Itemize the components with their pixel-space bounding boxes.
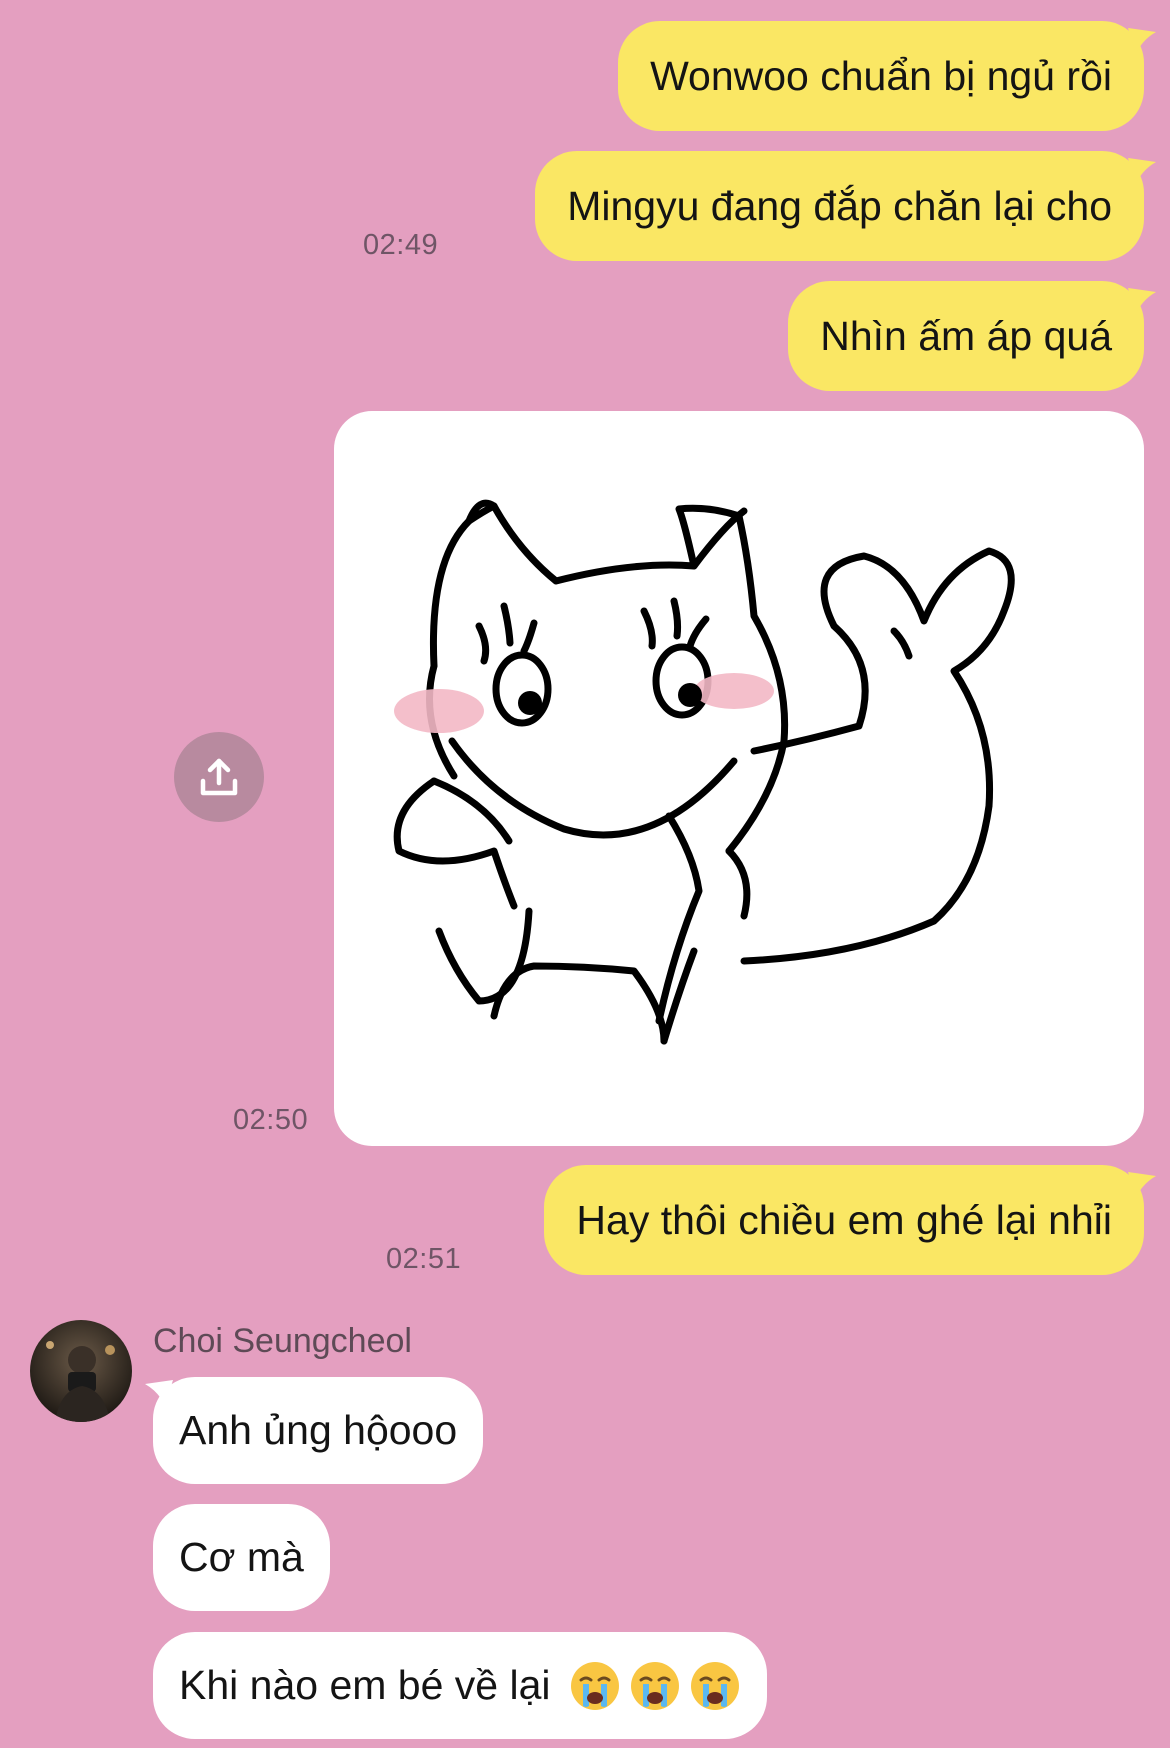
sender-name: Choi Seungcheol [153, 1322, 412, 1360]
message-text: Wonwoo chuẩn bị ngủ rồi [650, 52, 1112, 99]
message-timestamp: 02:51 [386, 1243, 462, 1275]
message-timestamp: 02:49 [363, 229, 439, 261]
bubble-tail [1128, 288, 1156, 314]
cat-sticker [393, 499, 1015, 1045]
outgoing-message[interactable]: Nhìn ấm áp quá [788, 281, 1144, 391]
share-upload-icon [200, 758, 238, 796]
bubble-tail [1128, 158, 1156, 184]
outgoing-message[interactable]: Wonwoo chuẩn bị ngủ rồi [618, 21, 1144, 131]
bubble-tail [1128, 1172, 1156, 1198]
avatar-image [30, 1320, 132, 1422]
outgoing-message[interactable]: Hay thôi chiều em ghé lại nhỉi [544, 1165, 1144, 1275]
sticker-message[interactable] [334, 411, 1144, 1146]
bubble-tail [1128, 28, 1156, 54]
outgoing-message[interactable]: Mingyu đang đắp chăn lại cho [535, 151, 1144, 261]
bubble-tail [145, 1380, 173, 1406]
incoming-message[interactable]: Anh ủng hộooo [153, 1377, 484, 1484]
incoming-message[interactable]: Cơ mà [153, 1504, 330, 1611]
message-text: Cơ mà [179, 1534, 304, 1580]
avatar[interactable] [30, 1320, 132, 1422]
message-text: Mingyu đang đắp chăn lại cho [567, 182, 1112, 229]
crying-face-emoji [690, 1661, 739, 1710]
sticker-timestamp: 02:50 [233, 1104, 309, 1136]
share-button[interactable] [174, 732, 264, 822]
chat-view: Wonwoo chuẩn bị ngủ rồi Mingyu đang đắp … [0, 0, 1170, 1748]
message-text: Khi nào em bé về lại [179, 1662, 551, 1708]
crying-face-emoji [570, 1661, 619, 1710]
message-text: Anh ủng hộooo [179, 1407, 458, 1453]
message-text: Nhìn ấm áp quá [820, 312, 1112, 359]
crying-face-emoji [630, 1661, 679, 1710]
incoming-message[interactable]: Khi nào em bé về lại [153, 1632, 767, 1739]
message-text: Hay thôi chiều em ghé lại nhỉi [576, 1196, 1112, 1243]
